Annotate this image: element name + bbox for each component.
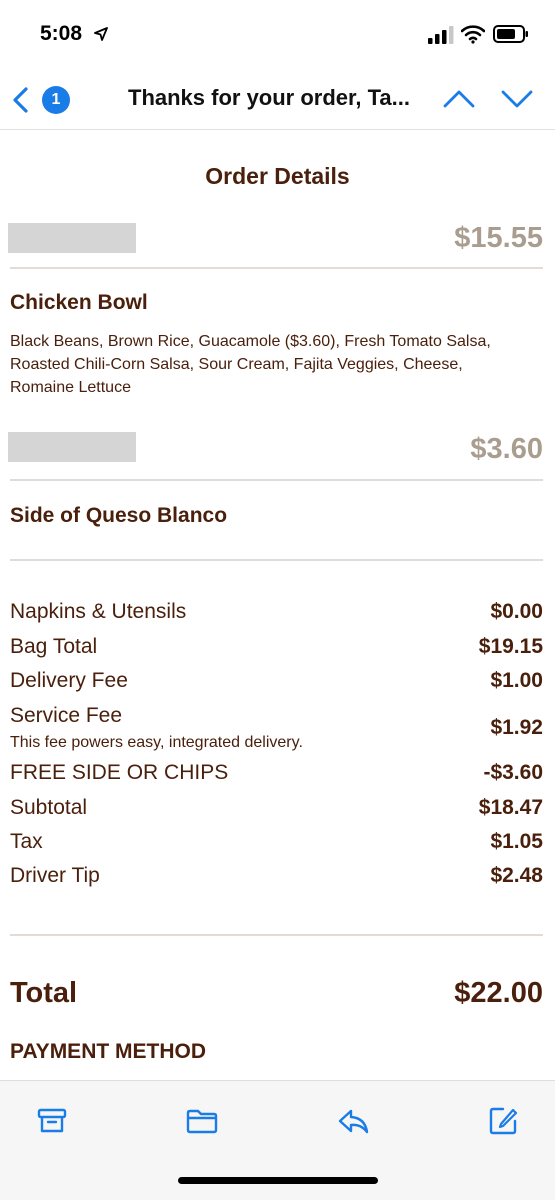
charge-label: Napkins & Utensils bbox=[10, 600, 187, 623]
payment-method-heading: PAYMENT METHOD bbox=[10, 1040, 207, 1063]
total-value: $22.00 bbox=[454, 977, 543, 1009]
item-price: $3.60 bbox=[470, 433, 543, 465]
item-price: $15.55 bbox=[454, 222, 543, 254]
charge-label: Driver Tip bbox=[10, 864, 100, 887]
charge-label: FREE SIDE OR CHIPS bbox=[10, 761, 229, 784]
item-name: Side of Queso Blanco bbox=[10, 504, 228, 527]
charge-label: Tax bbox=[10, 830, 43, 853]
charge-row-free-side: FREE SIDE OR CHIPS -$3.60 bbox=[10, 761, 543, 791]
charge-label: Service Fee bbox=[10, 704, 123, 727]
redacted-quantity bbox=[8, 223, 136, 253]
charge-value: $1.00 bbox=[490, 669, 543, 692]
message-subject: Thanks for your order, Ta... bbox=[128, 85, 410, 110]
charge-value: -$3.60 bbox=[483, 761, 543, 784]
unread-count-badge[interactable]: 1 bbox=[42, 86, 70, 114]
message-nav-bar: 1 Thanks for your order, Ta... bbox=[0, 70, 555, 130]
back-chevron-icon[interactable] bbox=[10, 86, 32, 114]
status-bar: 5:08 bbox=[0, 0, 555, 70]
charge-label: Subtotal bbox=[10, 796, 88, 819]
cellular-signal-icon bbox=[428, 26, 454, 44]
divider bbox=[10, 559, 543, 561]
previous-message-icon[interactable] bbox=[442, 88, 476, 110]
reply-icon[interactable] bbox=[337, 1105, 369, 1137]
charge-value: $2.48 bbox=[490, 864, 543, 887]
divider bbox=[10, 479, 543, 481]
next-message-icon[interactable] bbox=[500, 88, 534, 110]
charge-label: Delivery Fee bbox=[10, 669, 128, 692]
divider bbox=[10, 267, 543, 269]
redacted-quantity bbox=[8, 432, 136, 462]
charge-value: $1.05 bbox=[490, 830, 543, 853]
wifi-icon bbox=[461, 25, 485, 44]
charge-row-tax: Tax $1.05 bbox=[10, 830, 543, 860]
charge-value: $0.00 bbox=[490, 600, 543, 623]
battery-icon bbox=[493, 25, 528, 43]
charge-row-driver-tip: Driver Tip $2.48 bbox=[10, 864, 543, 894]
item-description: Black Beans, Brown Rice, Guacamole ($3.6… bbox=[10, 333, 491, 396]
charge-value: $19.15 bbox=[478, 635, 543, 658]
charge-row-subtotal: Subtotal $18.47 bbox=[10, 796, 543, 826]
status-time: 5:08 bbox=[40, 22, 83, 45]
charge-label: Bag Total bbox=[10, 635, 98, 658]
charge-row-bag-total: Bag Total $19.15 bbox=[10, 635, 543, 665]
item-name: Chicken Bowl bbox=[10, 291, 148, 314]
service-fee-note: This fee powers easy, integrated deliver… bbox=[10, 734, 303, 751]
charge-value: $1.92 bbox=[490, 716, 543, 739]
charge-row-napkins: Napkins & Utensils $0.00 bbox=[10, 600, 543, 630]
home-indicator[interactable] bbox=[178, 1177, 378, 1184]
divider bbox=[10, 934, 543, 936]
location-arrow-icon bbox=[94, 27, 108, 41]
total-label: Total bbox=[10, 977, 78, 1009]
order-details-heading: Order Details bbox=[205, 163, 350, 189]
folder-icon[interactable] bbox=[186, 1105, 218, 1137]
charge-row-delivery-fee: Delivery Fee $1.00 bbox=[10, 669, 543, 699]
archive-icon[interactable] bbox=[36, 1105, 68, 1137]
compose-icon[interactable] bbox=[487, 1105, 519, 1137]
charge-value: $18.47 bbox=[478, 796, 543, 819]
charge-row-service-fee: Service Fee $1.92 bbox=[10, 704, 543, 739]
